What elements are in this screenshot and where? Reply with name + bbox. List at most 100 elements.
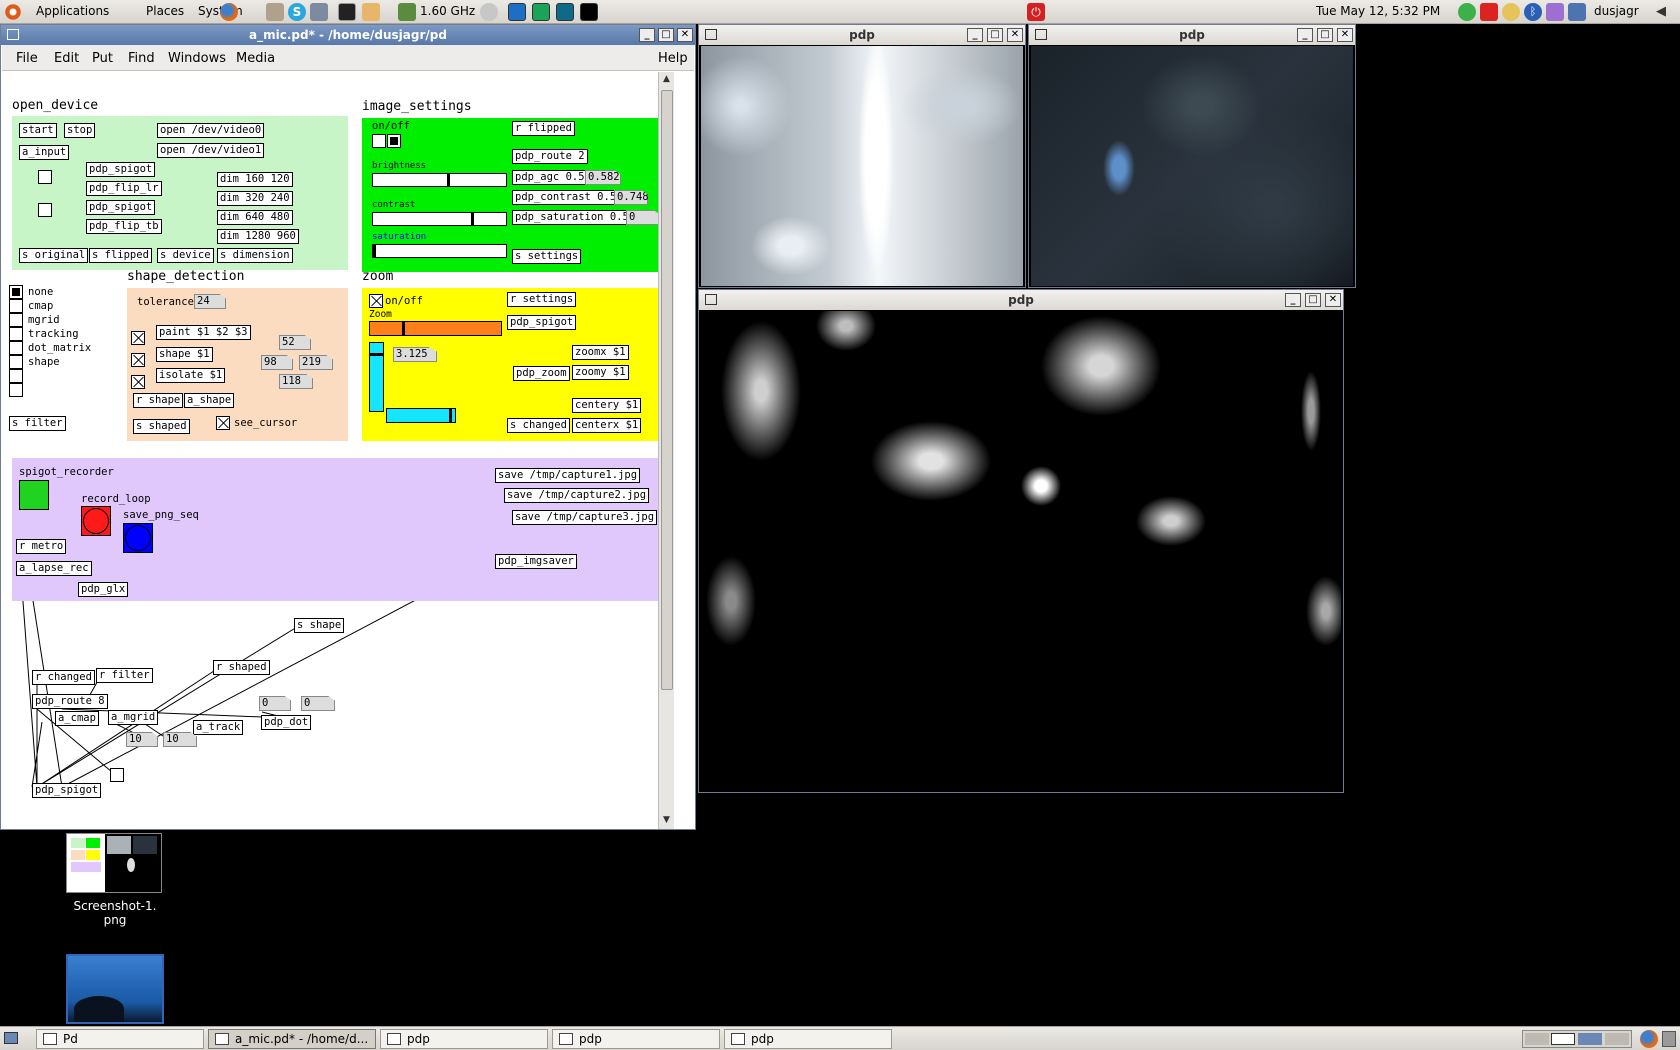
r-shape-object[interactable]: r shape: [133, 393, 184, 408]
ubuntu-logo-icon[interactable]: [4, 3, 22, 21]
window-menu-icon[interactable]: [705, 294, 717, 305]
maximize-button[interactable]: □: [1317, 28, 1333, 42]
s-shaped-object[interactable]: s shaped: [133, 419, 190, 434]
settings-toggle-on[interactable]: [387, 134, 401, 148]
saturation-slider[interactable]: [372, 244, 507, 258]
radio-tracking[interactable]: [9, 327, 23, 341]
a-cmap-object[interactable]: a_cmap: [55, 711, 99, 726]
task-a-mic[interactable]: a_mic.pd* - /home/d...: [208, 1029, 376, 1049]
flip-tb-object[interactable]: pdp_flip_tb: [86, 219, 162, 234]
shape-number-52[interactable]: 52: [279, 335, 311, 350]
zoom-onoff-toggle[interactable]: [369, 294, 383, 308]
pdp-contrast-object[interactable]: pdp_contrast 0.5: [512, 190, 620, 205]
workspace-3-icon[interactable]: [556, 3, 574, 21]
zoom-slider-knob[interactable]: [402, 322, 405, 335]
terminal-icon[interactable]: [338, 3, 356, 21]
display-icon[interactable]: [1568, 3, 1586, 21]
flip-lr-toggle[interactable]: [38, 170, 52, 184]
shape-number-219[interactable]: 219: [299, 355, 333, 370]
r-changed-object[interactable]: r changed: [32, 670, 95, 685]
bottom-number-0a[interactable]: 0: [259, 696, 291, 711]
pdp-route-2-object[interactable]: pdp_route 2: [512, 149, 588, 164]
saturation-slider-knob[interactable]: [373, 245, 376, 257]
a-input-object[interactable]: a_input: [19, 145, 70, 160]
r-settings-object[interactable]: r settings: [507, 292, 577, 307]
centery-message[interactable]: centery $1: [572, 398, 642, 413]
spigot1-object[interactable]: pdp_spigot: [86, 162, 156, 177]
paint-message[interactable]: paint $1 $2 $3: [156, 325, 251, 340]
minimize-button[interactable]: _: [1285, 293, 1301, 307]
menu-put[interactable]: Put: [92, 51, 113, 66]
see-cursor-toggle[interactable]: [216, 416, 230, 430]
menu-help[interactable]: Help: [658, 51, 688, 66]
menu-edit[interactable]: Edit: [54, 51, 79, 66]
menu-media[interactable]: Media: [236, 51, 275, 66]
r-metro-object[interactable]: r metro: [16, 539, 67, 554]
contrast-slider-knob[interactable]: [471, 213, 474, 225]
shutdown-icon[interactable]: ⏻: [1027, 3, 1045, 21]
dim-640-message[interactable]: dim 640 480: [217, 210, 293, 225]
r-shaped-object[interactable]: r shaped: [213, 660, 270, 675]
record-loop-bang[interactable]: [81, 506, 111, 536]
network-icon[interactable]: [310, 3, 328, 21]
menu-file[interactable]: File: [16, 51, 38, 66]
workspace-1-icon[interactable]: [508, 3, 526, 21]
open-video0-message[interactable]: open /dev/video0: [157, 123, 265, 138]
maximize-button[interactable]: □: [1305, 293, 1321, 307]
s-settings-object[interactable]: s settings: [512, 249, 582, 264]
radio-shape[interactable]: [9, 355, 23, 369]
window-menu-icon[interactable]: [705, 29, 717, 40]
bottom-spigot-object[interactable]: pdp_spigot: [32, 783, 102, 798]
close-button[interactable]: ✕: [1325, 293, 1341, 307]
a-track-object[interactable]: a_track: [193, 720, 244, 735]
close-button[interactable]: ✕: [1007, 28, 1023, 42]
isolate-toggle[interactable]: [131, 375, 145, 389]
workspace-2[interactable]: [1551, 1033, 1575, 1045]
shape-toggle[interactable]: [131, 353, 145, 367]
bottom-number-10b[interactable]: 10: [163, 732, 197, 747]
save-png-seq-bang[interactable]: [123, 523, 153, 553]
scrollbar-thumb[interactable]: [661, 90, 673, 690]
vertical-slider-knob[interactable]: [370, 353, 383, 356]
pd-window-titlebar[interactable]: a_mic.pd* - /home/dusjagr/pd _ □ ✕: [1, 25, 695, 45]
scroll-up-icon[interactable]: ▲: [661, 74, 672, 86]
paint-toggle[interactable]: [131, 331, 145, 345]
save-capture2-message[interactable]: save /tmp/capture2.jpg: [504, 488, 650, 503]
task-pdp-2[interactable]: pdp: [552, 1029, 720, 1049]
a-shape-object[interactable]: a_shape: [184, 393, 235, 408]
shape-message[interactable]: shape $1: [156, 347, 213, 362]
radio-dot-matrix[interactable]: [9, 341, 23, 355]
dim-320-message[interactable]: dim 320 240: [217, 191, 293, 206]
zoom-slider[interactable]: [369, 321, 502, 336]
task-pdp-3[interactable]: pdp: [724, 1029, 892, 1049]
firefox-icon[interactable]: [220, 3, 238, 21]
pdp-saturation-object[interactable]: pdp_saturation 0.5: [512, 210, 632, 225]
task-pdp-1[interactable]: pdp: [380, 1029, 548, 1049]
tolerance-number[interactable]: 24: [194, 294, 226, 309]
brightness-slider[interactable]: [372, 173, 507, 187]
minimize-button[interactable]: _: [967, 28, 983, 42]
start-message[interactable]: start: [19, 123, 57, 138]
pdp-window-3-titlebar[interactable]: pdp _ □ ✕: [699, 290, 1343, 310]
open-video1-message[interactable]: open /dev/video1: [157, 143, 265, 158]
magnifier-icon[interactable]: [1502, 3, 1520, 21]
settings-toggle-off[interactable]: [372, 134, 386, 148]
s-shape-object[interactable]: s shape: [294, 618, 345, 633]
radio-empty-1[interactable]: [9, 369, 23, 383]
r-filter-object[interactable]: r filter: [96, 668, 153, 683]
arrows-icon[interactable]: [362, 3, 380, 21]
agc-number[interactable]: 0.582: [585, 170, 621, 185]
horizontal-slider-knob[interactable]: [449, 409, 452, 422]
s-dimension-object[interactable]: s dimension: [217, 248, 293, 263]
a-mgrid-object[interactable]: a_mgrid: [108, 710, 159, 725]
workspace-3[interactable]: [1578, 1033, 1602, 1045]
pdp-zoom-object[interactable]: pdp_zoom: [513, 366, 570, 381]
radio-cmap[interactable]: [9, 299, 23, 313]
isolate-message[interactable]: isolate $1: [156, 368, 226, 383]
shape-number-118[interactable]: 118: [279, 374, 313, 389]
dim-160-message[interactable]: dim 160 120: [217, 172, 293, 187]
flip-lr-object[interactable]: pdp_flip_lr: [86, 181, 162, 196]
maximize-button[interactable]: □: [987, 28, 1003, 42]
window-menu-icon[interactable]: [7, 29, 19, 40]
s-changed-object[interactable]: s changed: [507, 418, 570, 433]
